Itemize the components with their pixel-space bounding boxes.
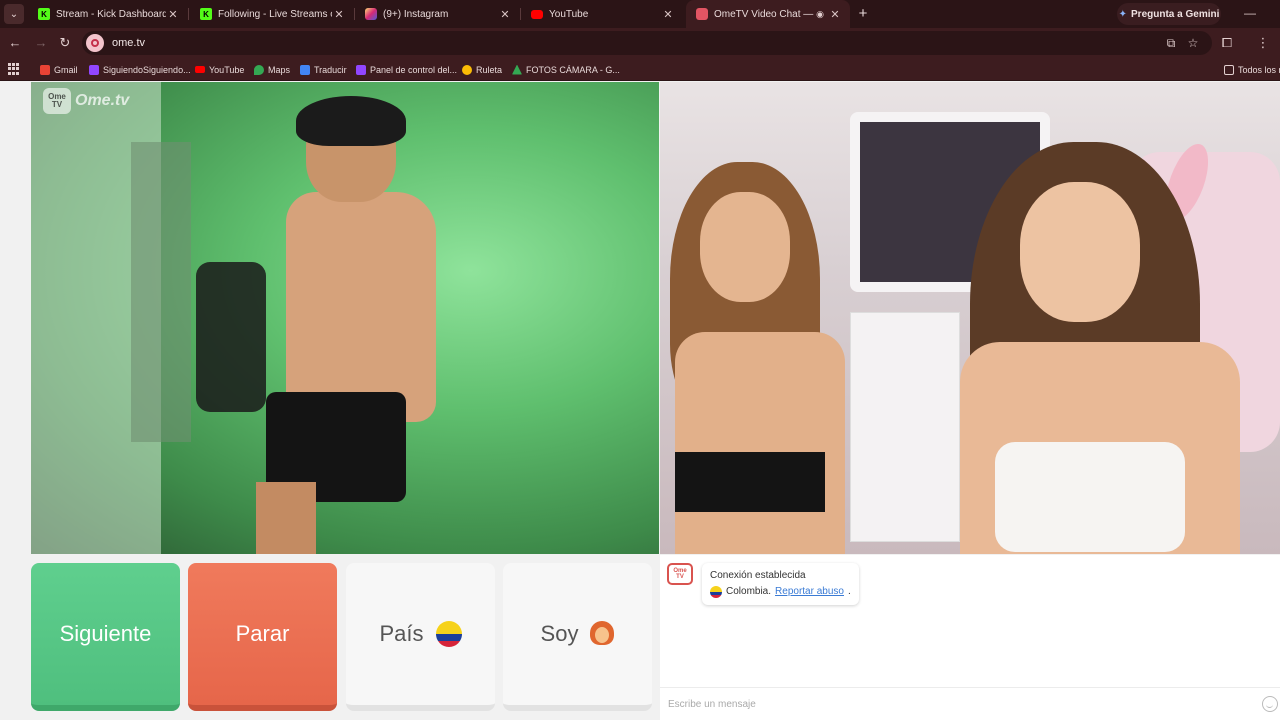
new-tab-button[interactable]: + <box>854 5 872 23</box>
arrow-right-icon: → <box>34 35 48 50</box>
remote-camera-person <box>660 162 850 554</box>
bookmark-panel-control[interactable]: Panel de control del... <box>356 62 457 77</box>
ometv-logo-icon: Ome TV <box>667 563 693 585</box>
all-bookmarks[interactable]: Todos los m <box>1224 62 1280 77</box>
report-abuse-link[interactable]: Reportar abuso <box>775 584 844 600</box>
youtube-icon <box>531 9 543 19</box>
minimize-icon[interactable]: — <box>1244 6 1256 20</box>
menu-icon[interactable]: ⋮ <box>1254 34 1272 52</box>
system-message: Conexión establecida Colombia. Reportar … <box>702 563 859 605</box>
cast-icon[interactable]: ⧉ <box>1162 34 1180 52</box>
browser-toolbar: ← → ↻ ome.tv ⧉ ☆ ⧠ ⋮ <box>0 28 1280 58</box>
local-camera-person <box>256 96 456 554</box>
chat-panel: Ome TV Conexión establecida Colombia. Re… <box>660 555 1280 720</box>
message-input[interactable] <box>660 698 1262 710</box>
remote-camera-person <box>940 138 1260 554</box>
bookmark-gmail[interactable]: Gmail <box>40 62 78 77</box>
close-icon[interactable]: ✕ <box>498 8 512 21</box>
recording-icon: ◉ <box>816 8 824 19</box>
connection-status: Conexión establecida <box>710 570 806 581</box>
forward-button[interactable]: → <box>32 34 50 52</box>
bookmark-fotos-camara[interactable]: FOTOS CÁMARA - G... <box>512 62 620 77</box>
instagram-icon <box>365 8 377 20</box>
message-input-bar <box>660 687 1280 720</box>
bookmark-siguiendo[interactable]: SiguiendoSiguiendo... <box>89 62 191 77</box>
translate-icon <box>300 64 310 75</box>
gender-button[interactable]: Soy <box>503 563 652 711</box>
stop-button[interactable]: Parar <box>188 563 337 711</box>
partner-country: Colombia. <box>726 586 772 597</box>
bookmark-maps[interactable]: Maps <box>254 62 290 77</box>
roulette-icon <box>462 64 472 75</box>
close-icon[interactable]: ✕ <box>332 8 346 21</box>
emoji-picker-icon[interactable] <box>1262 696 1278 712</box>
remote-video <box>660 82 1280 554</box>
sparkle-icon: ✦ <box>1118 8 1128 20</box>
local-video: Ome TV Ome.tv <box>31 82 659 554</box>
reload-button[interactable]: ↻ <box>56 34 74 52</box>
folder-icon <box>1224 64 1234 75</box>
reload-icon: ↻ <box>59 35 71 50</box>
tab-separator <box>188 8 189 20</box>
maps-pin-icon <box>254 64 264 75</box>
kick-icon: K <box>200 8 212 20</box>
twitch-icon <box>89 64 99 75</box>
back-button[interactable]: ← <box>6 34 24 52</box>
ometv-icon <box>696 8 708 20</box>
bookmark-ruleta[interactable]: Ruleta <box>462 62 502 77</box>
ometv-logo-icon: Ome TV <box>43 88 71 114</box>
tab-instagram[interactable]: (9+) Instagram ✕ <box>355 0 520 28</box>
address-bar[interactable]: ome.tv ⧉ ☆ <box>82 31 1212 55</box>
bookmarks-bar: Gmail SiguiendoSiguiendo... YouTube Maps… <box>0 58 1280 81</box>
close-icon[interactable]: ✕ <box>828 8 842 21</box>
youtube-icon <box>195 66 205 73</box>
arrow-left-icon: ← <box>8 35 22 50</box>
gmail-icon <box>40 64 50 75</box>
tab-strip: ⌄ K Stream - Kick Dashboard ✕ K Followin… <box>0 0 1280 28</box>
tab-ometv[interactable]: OmeTV Video Chat — OmeTV ◉ ✕ <box>686 0 850 28</box>
colombia-flag-icon <box>435 621 462 647</box>
star-icon[interactable]: ☆ <box>1184 34 1202 52</box>
chevron-down-icon: ⌄ <box>9 8 19 20</box>
close-icon[interactable]: ✕ <box>166 8 180 21</box>
apps-grid-icon[interactable] <box>8 63 20 75</box>
extensions-icon[interactable]: ⧠ <box>1218 34 1236 52</box>
kick-icon: K <box>38 8 50 20</box>
gemini-button[interactable]: ✦ Pregunta a Gemini <box>1117 3 1221 25</box>
video-background <box>131 142 191 442</box>
bookmark-traducir[interactable]: Traducir <box>300 62 347 77</box>
country-button[interactable]: País <box>346 563 495 711</box>
twitch-icon <box>356 64 366 75</box>
tab-search-button[interactable]: ⌄ <box>4 4 24 24</box>
url-text[interactable]: ome.tv <box>112 37 145 49</box>
woman-emoji-icon <box>590 621 615 647</box>
plus-icon: + <box>858 5 868 22</box>
site-info-icon[interactable] <box>86 34 104 52</box>
bookmark-youtube[interactable]: YouTube <box>195 62 244 77</box>
next-button[interactable]: Siguiente <box>31 563 180 711</box>
tab-kick-dashboard[interactable]: K Stream - Kick Dashboard ✕ <box>28 0 188 28</box>
drive-icon <box>512 64 522 75</box>
ometv-watermark: Ome TV Ome.tv <box>43 88 129 114</box>
colombia-flag-icon <box>710 586 722 598</box>
tab-youtube[interactable]: YouTube ✕ <box>521 0 683 28</box>
ometv-page: Ome TV Ome.tv Siguiente Parar País Soy O… <box>0 82 1280 720</box>
close-icon[interactable]: ✕ <box>661 8 675 21</box>
tab-kick-following[interactable]: K Following - Live Streams on Kick ✕ <box>190 0 354 28</box>
